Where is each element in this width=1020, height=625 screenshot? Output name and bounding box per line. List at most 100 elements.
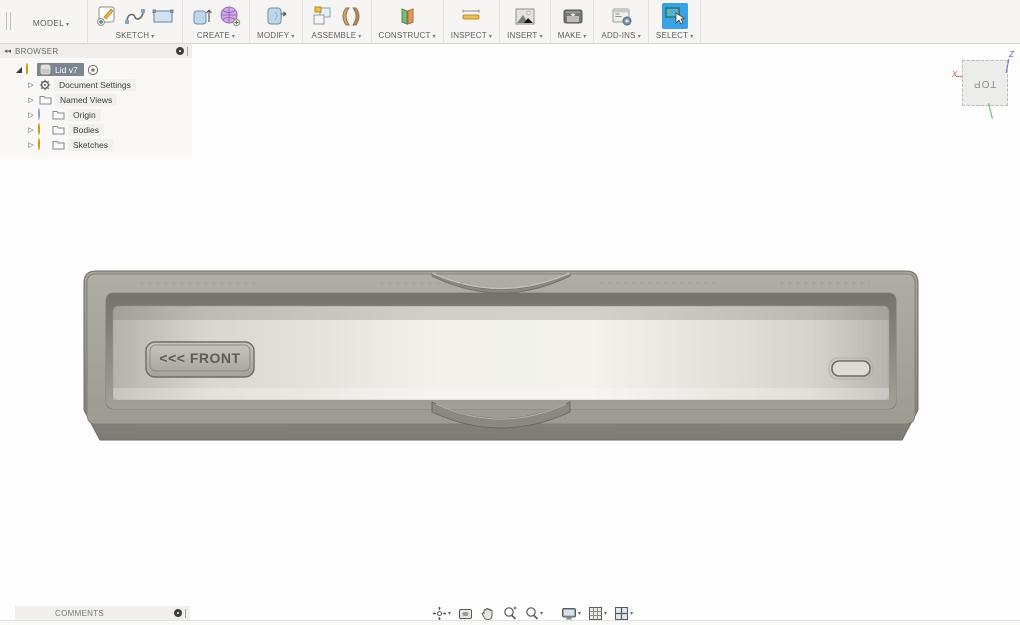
panel-options-icon[interactable] — [176, 47, 184, 55]
tree-row-root[interactable]: ◢ Lid v7 — [0, 62, 192, 77]
root-component-label: Lid v7 — [55, 65, 78, 75]
menu-inspect[interactable]: INSPECT▾ — [451, 31, 492, 40]
visibility-bulb-icon[interactable] — [26, 64, 35, 75]
menu-sketch[interactable]: SKETCH▾ — [116, 31, 155, 40]
browser-panel: ◂◂ BROWSER ◢ Lid v7 — [0, 44, 192, 158]
tree-row-sketches[interactable]: ▷ Sketches — [0, 137, 192, 152]
top-toolbar: MODEL▾ — [0, 0, 1020, 44]
select-tool-active[interactable] — [662, 3, 688, 29]
zoom-window-button[interactable]: ▾ — [522, 605, 545, 622]
visibility-bulb-off-icon[interactable] — [38, 109, 47, 120]
comments-options-icon[interactable] — [174, 609, 182, 617]
viewports-button[interactable]: ▾ — [612, 605, 635, 622]
viewcube-face-label: TOP — [973, 78, 996, 89]
tree-row-document-settings[interactable]: ▷ Document Settings — [0, 77, 192, 92]
menu-create[interactable]: CREATE▾ — [197, 31, 235, 40]
viewcube-top-face[interactable]: TOP — [962, 60, 1008, 106]
tree-row-named-views[interactable]: ▷ Named Views — [0, 92, 192, 107]
toolbar-section-sketch: SKETCH▾ — [88, 0, 183, 43]
addins-scripts-icon[interactable] — [609, 4, 634, 29]
expand-arrow-icon[interactable]: ◢ — [14, 65, 24, 74]
model-viewport-body[interactable]: <<< FRONT — [80, 262, 922, 444]
expand-arrow-icon[interactable]: ▷ — [26, 81, 36, 89]
menu-insert[interactable]: INSERT▾ — [507, 31, 543, 40]
select-cursor-icon — [662, 3, 688, 29]
model-front-tab: <<< FRONT — [146, 342, 254, 377]
chevron-down-icon: ▾ — [448, 610, 451, 617]
chevron-down-icon: ▾ — [358, 34, 361, 40]
pan-button[interactable] — [478, 605, 497, 622]
chevron-down-icon: ▾ — [66, 22, 69, 28]
joint-icon[interactable] — [339, 4, 364, 29]
browser-header[interactable]: ◂◂ BROWSER — [0, 44, 192, 58]
chevron-down-icon: ▾ — [638, 34, 641, 40]
browser-tree: ◢ Lid v7 ▷ — [0, 58, 192, 158]
rectangle-tool-icon[interactable] — [151, 4, 175, 28]
toolbar-grip-handle[interactable] — [6, 12, 11, 30]
toolbar-section-make: MAKE▾ — [551, 0, 595, 43]
form-icon[interactable] — [218, 4, 242, 28]
collapse-panel-icon[interactable]: ◂◂ — [4, 47, 11, 55]
viewcube[interactable]: TOP X Z — [952, 50, 1018, 122]
viewports-icon — [614, 606, 629, 621]
tree-item-label: Bodies — [68, 124, 104, 136]
press-pull-icon[interactable] — [263, 3, 289, 29]
orbit-icon — [432, 606, 447, 621]
comments-bar[interactable]: COMMENTS — [15, 606, 190, 620]
menu-construct[interactable]: CONSTRUCT▾ — [379, 31, 436, 40]
measure-icon[interactable] — [458, 3, 484, 29]
display-settings-button[interactable]: ▾ — [559, 605, 583, 622]
new-component-icon[interactable] — [310, 4, 335, 29]
menu-select[interactable]: SELECT▾ — [656, 31, 694, 40]
axis-x-label: X — [952, 70, 957, 79]
selected-component[interactable]: Lid v7 — [37, 63, 84, 76]
chevron-down-icon: ▾ — [291, 34, 294, 40]
tree-row-origin[interactable]: ▷ Origin — [0, 107, 192, 122]
expand-arrow-icon[interactable]: ▷ — [26, 96, 36, 104]
grid-settings-button[interactable]: ▾ — [586, 605, 609, 622]
toolbar-section-create: CREATE▾ — [183, 0, 250, 43]
orbit-button[interactable]: ▾ — [430, 605, 453, 622]
activate-radio-icon[interactable] — [87, 64, 99, 76]
front-tab-label: <<< FRONT — [159, 350, 240, 366]
chevron-down-icon: ▾ — [604, 610, 607, 617]
workspace-switcher[interactable]: MODEL▾ — [15, 0, 88, 43]
extrude-icon[interactable] — [190, 4, 214, 28]
comments-resize-handle[interactable] — [185, 609, 186, 618]
make-3dprint-icon[interactable] — [560, 4, 585, 29]
chevron-down-icon: ▾ — [690, 34, 693, 40]
folder-icon — [52, 139, 65, 150]
chevron-down-icon: ▾ — [578, 610, 581, 617]
zoom-window-icon — [524, 606, 539, 621]
spline-icon[interactable] — [123, 4, 147, 28]
axis-z-label: Z — [1009, 50, 1014, 59]
menu-addins[interactable]: ADD-INS▾ — [601, 31, 641, 40]
construct-plane-icon[interactable] — [395, 4, 420, 29]
expand-arrow-icon[interactable]: ▷ — [26, 126, 36, 134]
create-sketch-icon[interactable] — [95, 4, 119, 28]
comments-title: COMMENTS — [55, 609, 104, 618]
visibility-bulb-icon[interactable] — [38, 139, 47, 150]
model-right-slot — [829, 358, 873, 379]
chevron-down-icon: ▾ — [232, 34, 235, 40]
expand-arrow-icon[interactable]: ▷ — [26, 111, 36, 119]
app-window: MODEL▾ — [0, 0, 1020, 625]
expand-arrow-icon[interactable]: ▷ — [26, 141, 36, 149]
toolbar-section-inspect: INSPECT▾ — [444, 0, 500, 43]
toolbar-section-addins: ADD-INS▾ — [594, 0, 649, 43]
tree-row-bodies[interactable]: ▷ Bodies — [0, 122, 192, 137]
gear-icon — [39, 79, 51, 91]
menu-modify[interactable]: MODIFY▾ — [257, 31, 295, 40]
look-at-icon — [458, 606, 473, 621]
component-cube-icon — [40, 64, 51, 75]
menu-make[interactable]: MAKE▾ — [558, 31, 587, 40]
toolbar-section-insert: INSERT▾ — [500, 0, 551, 43]
panel-resize-handle[interactable] — [187, 47, 188, 56]
look-at-button[interactable] — [456, 605, 475, 622]
insert-image-icon[interactable] — [512, 4, 537, 29]
visibility-bulb-icon[interactable] — [38, 124, 47, 135]
zoom-button[interactable] — [500, 605, 519, 622]
menu-assemble[interactable]: ASSEMBLE▾ — [312, 31, 362, 40]
zoom-icon — [502, 606, 517, 621]
display-settings-icon — [561, 606, 577, 621]
